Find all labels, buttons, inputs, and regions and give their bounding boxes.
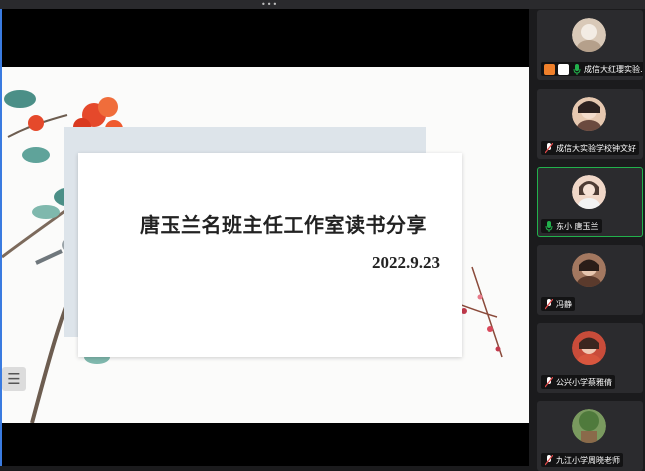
drag-handle-icon[interactable]: ••• [261, 1, 278, 9]
mic-muted-icon [544, 376, 553, 388]
participant-tile[interactable]: 成信大实验学校钟文好 [537, 89, 643, 159]
avatar [572, 409, 606, 443]
plum-blossom-decoration [477, 294, 483, 300]
participant-name: 东小 唐玉兰 [556, 221, 599, 231]
shared-screen-stage: 唐玉兰名班主任工作室读书分享 2022.9.23 ☰ [2, 9, 529, 466]
avatar [572, 175, 606, 209]
mic-muted-icon [544, 298, 553, 310]
avatar [572, 253, 606, 287]
slide-title-card: 唐玉兰名班主任工作室读书分享 2022.9.23 [78, 153, 462, 357]
presentation-slide: 唐玉兰名班主任工作室读书分享 2022.9.23 [2, 67, 529, 423]
participant-nameplate: 成信大实验学校钟文好 [541, 141, 639, 155]
participant-tile[interactable]: 九江小学周晓老师 [537, 401, 643, 471]
participant-name: 九江小学周晓老师 [556, 455, 620, 465]
participant-tile-active-speaker[interactable]: 东小 唐玉兰 [537, 167, 643, 237]
bird-decoration [35, 249, 63, 265]
plum-blossom-decoration [495, 346, 501, 352]
flower-decoration [98, 97, 118, 117]
host-badge-icon [544, 63, 555, 75]
participant-tile[interactable]: 成信大红瓔实验… [537, 10, 643, 80]
participant-gallery: 成信大红瓔实验… 成信大实验学校钟文好 东小 唐玉兰 冯静 公兴小学蔡雅倩 九江… [531, 9, 645, 471]
plum-branch-decoration [471, 266, 503, 358]
participant-nameplate: 公兴小学蔡雅倩 [541, 375, 615, 389]
slide-date: 2022.9.23 [372, 253, 440, 272]
avatar [572, 331, 606, 365]
plum-blossom-decoration [487, 326, 493, 332]
participant-nameplate: 冯静 [541, 297, 575, 311]
mic-on-icon [572, 63, 581, 75]
share-badge-icon [558, 63, 569, 75]
mic-muted-icon [544, 454, 553, 466]
participant-name: 冯静 [556, 299, 572, 309]
leaf-decoration [32, 205, 60, 219]
mic-on-icon [544, 220, 553, 232]
avatar [572, 18, 606, 52]
flower-decoration [28, 115, 44, 131]
window-top-bar: ••• [0, 0, 645, 9]
participant-name: 成信大红瓔实验… [584, 64, 643, 74]
participant-nameplate: 九江小学周晓老师 [541, 453, 623, 467]
avatar [572, 97, 606, 131]
participant-name: 公兴小学蔡雅倩 [556, 377, 612, 387]
participant-tile[interactable]: 公兴小学蔡雅倩 [537, 323, 643, 393]
participant-tile[interactable]: 冯静 [537, 245, 643, 315]
leaf-decoration [4, 90, 36, 108]
leaf-decoration [22, 147, 50, 163]
list-toggle-button[interactable]: ☰ [2, 367, 26, 391]
slide-title: 唐玉兰名班主任工作室读书分享 [140, 213, 427, 237]
participant-nameplate: 东小 唐玉兰 [541, 219, 602, 233]
participant-nameplate: 成信大红瓔实验… [541, 62, 643, 76]
mic-muted-icon [544, 142, 553, 154]
participant-name: 成信大实验学校钟文好 [556, 143, 636, 153]
